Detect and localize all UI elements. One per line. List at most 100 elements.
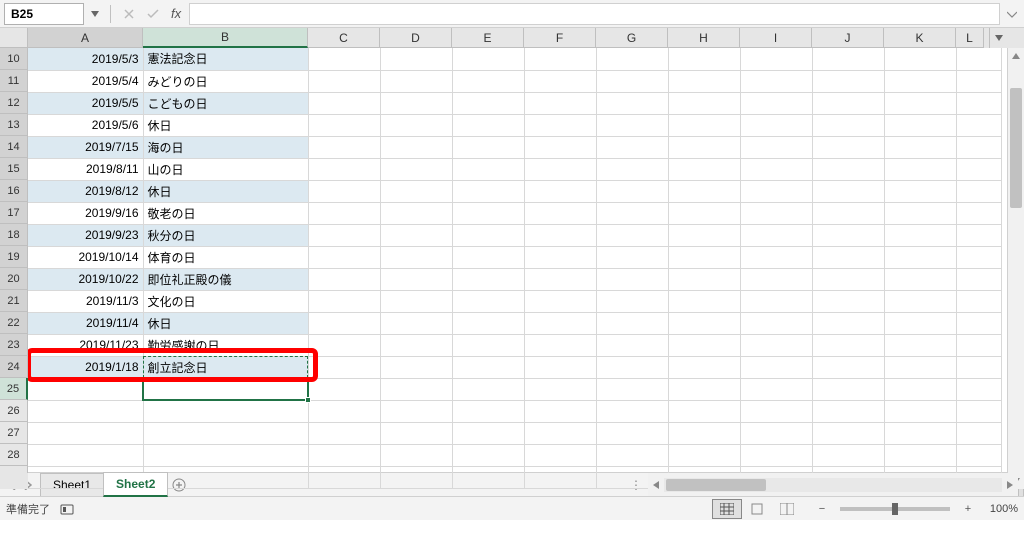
cell[interactable] [452,334,524,356]
cell[interactable] [740,70,812,92]
fx-label[interactable]: fx [167,6,185,21]
row-header[interactable]: 27 [0,422,28,444]
cell[interactable] [452,246,524,268]
cell[interactable]: 2019/10/14 [28,246,143,268]
cell[interactable] [740,356,812,378]
cell[interactable] [956,312,1001,334]
cell[interactable] [956,246,1001,268]
cell[interactable] [956,378,1001,400]
cell[interactable] [884,422,956,444]
cell[interactable] [956,268,1001,290]
row-header[interactable]: 17 [0,202,28,224]
cell[interactable] [308,422,380,444]
cell[interactable] [884,290,956,312]
cell[interactable] [380,466,452,488]
cell[interactable] [740,400,812,422]
cell[interactable] [380,48,452,70]
cell[interactable] [884,202,956,224]
cell[interactable] [596,400,668,422]
cell[interactable] [143,444,308,466]
cell[interactable] [28,378,143,400]
cell[interactable] [812,312,884,334]
cell[interactable]: 秋分の日 [143,224,308,246]
row-header[interactable]: 18 [0,224,28,246]
cell[interactable] [812,70,884,92]
cell[interactable] [308,334,380,356]
cell[interactable] [596,70,668,92]
cell[interactable] [143,400,308,422]
cell[interactable] [956,92,1001,114]
cell[interactable] [956,400,1001,422]
cell[interactable] [740,158,812,180]
cell[interactable] [956,114,1001,136]
cell[interactable] [452,180,524,202]
cell[interactable] [524,70,596,92]
cell[interactable] [524,136,596,158]
cell[interactable] [596,180,668,202]
cell[interactable] [884,444,956,466]
cell[interactable] [380,224,452,246]
cell[interactable] [884,70,956,92]
cell[interactable] [524,356,596,378]
cell[interactable] [308,136,380,158]
cell[interactable] [524,290,596,312]
cell[interactable] [308,114,380,136]
row-header[interactable]: 14 [0,136,28,158]
cell[interactable] [308,224,380,246]
cell[interactable] [668,378,740,400]
cell[interactable] [380,70,452,92]
row-header[interactable]: 16 [0,180,28,202]
cell[interactable]: 敬老の日 [143,202,308,224]
name-box-dropdown[interactable] [88,3,102,25]
view-normal-button[interactable] [712,499,742,519]
cell[interactable]: 2019/9/16 [28,202,143,224]
cell[interactable]: 文化の日 [143,290,308,312]
view-page-break-button[interactable] [772,499,802,519]
row-header[interactable]: 21 [0,290,28,312]
cell[interactable] [668,268,740,290]
cell[interactable] [452,114,524,136]
zoom-in-button[interactable]: + [960,503,976,515]
cell[interactable] [596,202,668,224]
cell[interactable]: 2019/8/11 [28,158,143,180]
cell[interactable] [28,400,143,422]
cell[interactable] [956,48,1001,70]
cell[interactable]: 山の日 [143,158,308,180]
row-header[interactable]: 24 [0,356,28,378]
cell[interactable]: 2019/8/12 [28,180,143,202]
cell[interactable] [668,202,740,224]
name-box[interactable] [4,3,84,25]
cell[interactable] [524,114,596,136]
cell[interactable]: 海の日 [143,136,308,158]
cell[interactable]: 2019/11/3 [28,290,143,312]
cell[interactable]: 2019/5/5 [28,92,143,114]
cell[interactable]: 休日 [143,180,308,202]
name-box-input[interactable] [11,7,77,21]
cell[interactable] [956,444,1001,466]
cell[interactable] [308,356,380,378]
cell[interactable] [596,334,668,356]
cell[interactable] [812,114,884,136]
cell[interactable] [668,92,740,114]
cell[interactable] [740,202,812,224]
cell[interactable] [524,312,596,334]
row-header[interactable]: 15 [0,158,28,180]
cell[interactable] [308,92,380,114]
cell[interactable]: 2019/5/4 [28,70,143,92]
cell[interactable] [452,202,524,224]
row-header[interactable]: 25 [0,378,28,400]
row-header[interactable]: 10 [0,48,28,70]
cell[interactable] [596,268,668,290]
cell[interactable] [308,268,380,290]
cell[interactable] [740,378,812,400]
cell[interactable]: こどもの日 [143,92,308,114]
cell[interactable] [524,466,596,488]
cell[interactable] [308,202,380,224]
row-header[interactable]: 22 [0,312,28,334]
scroll-right-icon[interactable] [1002,477,1018,493]
macro-record-icon[interactable] [60,502,74,516]
select-all-corner[interactable] [0,28,28,48]
row-header-partial[interactable] [0,466,28,473]
cell[interactable] [524,48,596,70]
cell[interactable] [524,180,596,202]
